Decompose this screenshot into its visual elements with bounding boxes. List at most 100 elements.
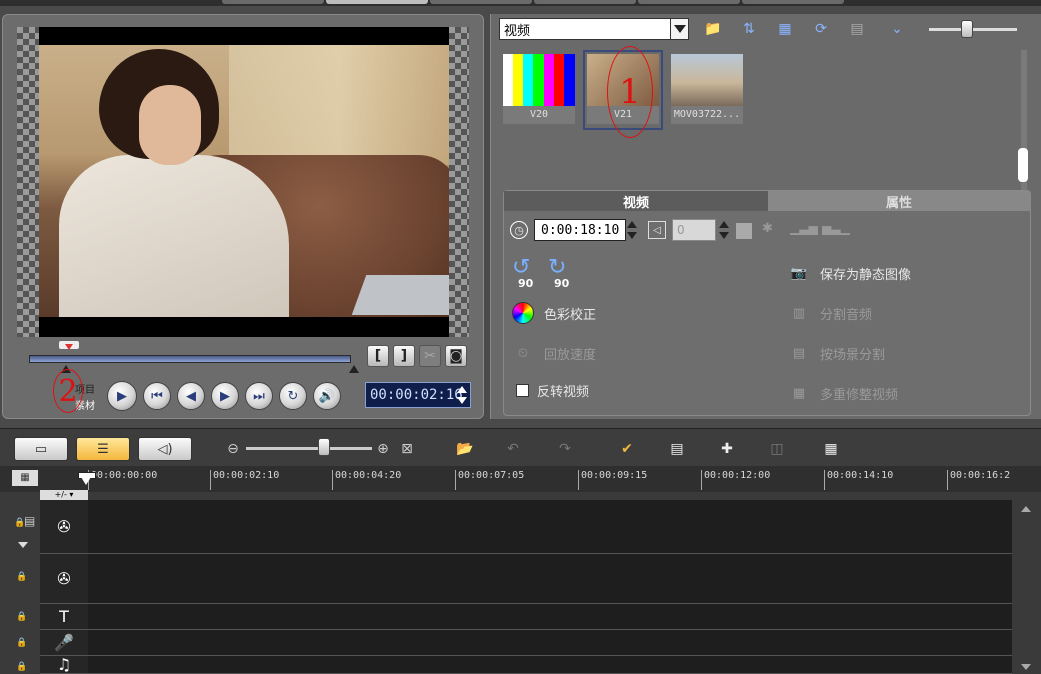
scissors-button[interactable]: ✂ — [419, 345, 441, 367]
reverse-video-option[interactable]: 反转视频 — [516, 381, 589, 400]
volume-spinner[interactable] — [718, 219, 730, 241]
library-thumbnail[interactable]: V20 — [503, 54, 575, 126]
library-scroll-thumb[interactable] — [1018, 148, 1028, 182]
zoom-out-icon[interactable]: ⊖ — [220, 437, 246, 461]
playback-speed-option[interactable]: ⏲ 回放速度 — [510, 341, 596, 365]
expand-icon[interactable]: ⌄ — [885, 19, 909, 39]
video-track-header[interactable]: ✇ — [40, 500, 88, 554]
timeline-ruler[interactable]: ▦ 00:00:00:00 00:00:02:10 00:00:04:20 00… — [0, 466, 1041, 492]
timeline-playhead[interactable] — [78, 472, 96, 488]
library-manager-icon[interactable]: ▤ — [845, 19, 869, 39]
timeline-vertical-scrollbar[interactable] — [1016, 492, 1036, 674]
skip-start-icon: ⏮ — [151, 388, 163, 404]
volume-dropdown[interactable] — [736, 223, 752, 239]
mix-icon[interactable]: ▦ — [818, 437, 844, 461]
track-toggle-icon[interactable]: ▤ — [24, 514, 35, 528]
save-still-option[interactable]: 📷 保存为静态图像 — [786, 261, 911, 285]
multi-trim-option[interactable]: ▦ 多重修整视频 — [786, 381, 898, 405]
color-correction-option[interactable]: 色彩校正 — [510, 301, 596, 325]
import-icon[interactable]: ⟳ — [809, 19, 833, 39]
insert-media-icon[interactable]: 📂 — [452, 437, 478, 461]
fade-out-icon[interactable]: ▅▃▁ — [822, 221, 850, 235]
reverse-video-checkbox[interactable] — [516, 384, 529, 397]
mark-in-button[interactable]: [ — [367, 345, 389, 367]
fit-project-icon[interactable]: ⊠ — [394, 437, 420, 461]
music-track-header[interactable]: ♫ — [40, 655, 88, 674]
top-tab[interactable] — [430, 0, 532, 4]
undo-icon[interactable]: ↶ — [500, 437, 526, 461]
timeline-zoom-knob[interactable] — [318, 438, 330, 456]
end-button[interactable]: ⏭ — [245, 382, 273, 410]
duration-input[interactable]: 0:00:18:10 — [534, 219, 626, 241]
top-tab[interactable] — [742, 0, 844, 4]
chevron-down-icon[interactable] — [670, 19, 688, 39]
repeat-button[interactable]: ↻ — [279, 382, 307, 410]
add-track-button[interactable]: +/- ▾ — [40, 490, 88, 500]
top-tab[interactable] — [222, 0, 324, 4]
volume-input[interactable]: 0 — [672, 219, 716, 241]
top-tab-active[interactable] — [326, 0, 428, 4]
video-track[interactable] — [88, 500, 1012, 554]
prev-frame-button[interactable]: ◀ — [177, 382, 205, 410]
speaker-icon: ◁ — [648, 221, 666, 239]
enlarge-button[interactable]: ◙ — [445, 345, 467, 367]
track-manager-button[interactable]: ▦ — [12, 470, 38, 486]
duration-spinner[interactable] — [626, 219, 638, 241]
speaker-icon: ◁) — [157, 441, 173, 457]
thumbnail-zoom-track[interactable] — [929, 28, 1017, 31]
scrub-playhead[interactable] — [59, 341, 79, 355]
next-frame-button[interactable]: ▶ — [211, 382, 239, 410]
chapter-icon[interactable]: ◫ — [764, 437, 790, 461]
top-tab[interactable] — [638, 0, 740, 4]
video-laptop — [351, 275, 449, 315]
redo-icon[interactable]: ↷ — [552, 437, 578, 461]
tab-attributes[interactable]: 属性 — [768, 191, 1030, 211]
trim-end-marker[interactable] — [349, 365, 359, 373]
top-tab[interactable] — [534, 0, 636, 4]
library-thumbnail[interactable]: MOV03722... — [671, 54, 743, 126]
library-category-select[interactable]: 视频 — [499, 18, 689, 40]
lock-icon[interactable]: 🔒 — [16, 638, 27, 648]
lock-icon[interactable]: 🔒 — [16, 612, 27, 622]
smart-proxy-icon[interactable]: ✔ — [614, 437, 640, 461]
view-mode-icon[interactable]: ▦ — [773, 19, 797, 39]
voice-track[interactable] — [88, 630, 1012, 656]
ruler-tick: 00:00:09:15 — [578, 470, 647, 490]
home-button[interactable]: ⏮ — [143, 382, 171, 410]
lock-icon[interactable]: 🔒 — [14, 518, 25, 528]
timeline-view-button[interactable]: ☰ — [76, 437, 130, 461]
lock-icon[interactable]: 🔒 — [16, 662, 27, 672]
volume-button[interactable]: 🔊 — [313, 382, 341, 410]
overlay-reel-icon: ✇ — [57, 569, 71, 588]
track-manager-icon[interactable]: ✚ — [714, 437, 740, 461]
title-track-header[interactable]: T — [40, 604, 88, 630]
lock-icon[interactable]: 🔒 — [16, 572, 27, 582]
split-audio-option[interactable]: ▥ 分割音频 — [786, 301, 872, 325]
preview-screen — [39, 27, 449, 337]
voice-track-header[interactable]: 🎤 — [40, 630, 88, 656]
audio-view-button[interactable]: ◁) — [138, 437, 192, 461]
timeline-zoom-track[interactable] — [246, 447, 372, 450]
storyboard-view-button[interactable]: ▭ — [14, 437, 68, 461]
music-track[interactable] — [88, 656, 1012, 674]
track-expand-icon[interactable] — [18, 542, 28, 548]
split-by-scene-option[interactable]: ▤ 按场景分割 — [786, 341, 885, 365]
preview-timecode[interactable]: 00:00:02:16 — [365, 382, 471, 408]
timecode-spinner[interactable] — [456, 385, 468, 405]
play-button[interactable]: ▶ — [107, 381, 137, 411]
zoom-in-icon[interactable]: ⊕ — [370, 437, 396, 461]
overlay-track-header[interactable]: ✇ — [40, 554, 88, 604]
overlay-track[interactable] — [88, 554, 1012, 604]
title-track[interactable] — [88, 604, 1012, 630]
mark-out-button[interactable]: ] — [393, 345, 415, 367]
ruler-tick: 00:00:12:00 — [701, 470, 770, 490]
batch-convert-icon[interactable]: ▤ — [664, 437, 690, 461]
scrub-bar[interactable] — [29, 355, 351, 363]
fade-icon[interactable]: ✱ — [762, 221, 773, 236]
prev-frame-icon: ◀ — [186, 388, 196, 404]
folder-icon[interactable]: 📁 — [701, 19, 725, 39]
sort-icon[interactable]: ⇅ — [737, 19, 761, 39]
tab-video[interactable]: 视频 — [504, 191, 768, 211]
fade-in-icon[interactable]: ▁▃▅ — [790, 221, 818, 235]
thumbnail-zoom-knob[interactable] — [961, 20, 973, 38]
